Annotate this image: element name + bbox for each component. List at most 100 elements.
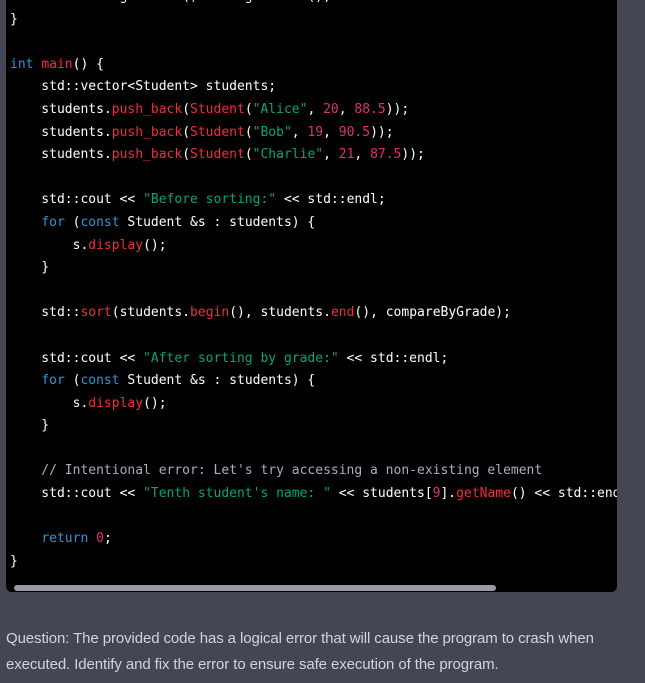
code-token: )); [370,124,394,140]
code-token: } [10,11,18,27]
code-token: , [338,101,355,117]
code-token: for [41,214,65,230]
code-token: students. [10,147,112,163]
code-token: (); [143,237,167,253]
code-token: , [291,124,308,140]
code-token: )); [401,147,425,163]
code-line: std::vector<Student> students; [10,76,617,99]
code-token: ; [103,531,112,547]
code-block: return s1.getGrade() > s2.getGrade();} i… [6,0,617,592]
code-line: } [10,9,617,32]
code-token: for [41,373,65,389]
code-token: main [41,56,73,72]
code-token: return [41,531,89,547]
code-line: for (const Student &s : students) { [10,212,617,235]
code-line: } [10,551,617,574]
code-token: students. [10,124,112,140]
code-line: int main() { [10,54,617,77]
code-token: "Alice" [252,101,308,117]
code-line: for (const Student &s : students) { [10,370,617,393]
code-token: push_back [111,101,183,117]
code-token: display [88,237,144,253]
code-line: s.display(); [10,235,617,258]
code-token: std::cout << [10,192,144,208]
code-token: (), compareByGrade); [354,305,511,321]
code-token: } [10,260,50,276]
code-token: Student [190,124,245,140]
code-token: std::vector<Student> students; [10,79,277,95]
code-line: students.push_back(Student("Bob", 19, 90… [10,122,617,145]
code-line: } [10,257,617,280]
code-token: ( [244,124,253,140]
code-token: const [80,373,120,389]
code-token: Student &s : students) { [119,214,316,230]
code-line: std::cout << "After sorting by grade:" <… [10,348,617,371]
code-token: 88.5 [354,101,386,117]
code-token: )); [385,101,410,117]
question-text: Question: The provided code has a logica… [6,630,594,673]
code-line: } [10,415,617,438]
code-line: return s1.getGrade() > s2.getGrade(); [10,0,617,9]
code-token: "Tenth student's name: " [143,486,331,502]
code-token: , [307,101,324,117]
code-token: display [88,395,144,411]
code-line: std::cout << "Before sorting:" << std::e… [10,189,617,212]
code-token: // Intentional error: Let's try accessin… [10,463,543,479]
code-token: "Bob" [252,124,292,140]
code-token: Student [190,147,245,163]
code-token: 21 [338,147,355,163]
code-token: 19 [307,124,324,140]
code-token: ( [64,373,81,389]
code-token: 0 [96,531,104,547]
code-token: 90.5 [338,124,371,140]
code-token: } [10,418,50,434]
code-line: students.push_back(Student("Charlie", 21… [10,144,617,167]
code-token: getName [456,486,511,502]
code-token: int [10,56,34,72]
code-token: s. [10,237,89,253]
code-token: push_back [111,147,183,163]
code-token: ( [182,101,191,117]
code-token: end [330,305,355,321]
code-token: const [80,214,120,230]
scrollbar-thumb[interactable] [14,585,496,591]
code-token: s. [10,395,89,411]
code-token: ( [182,147,191,163]
code-token: 87.5 [370,147,402,163]
code-line: // Intentional error: Let's try accessin… [10,460,617,483]
code-scroll-area[interactable]: return s1.getGrade() > s2.getGrade();} i… [6,0,617,580]
code-token: "Charlie" [252,147,324,163]
code-token: sort [80,305,112,321]
code-token: () << std::endl; [510,486,617,502]
code-token: std::cout << [10,486,144,502]
code-token: students. [10,101,112,117]
code-line: std::sort(students.begin(), students.end… [10,302,617,325]
code-token: return s1.getGrade() > s2.getGrade(); [10,0,331,4]
code-token: << std::endl; [338,350,449,366]
code-token: (); [143,395,167,411]
code-token: , [354,147,371,163]
code-token: , [323,124,339,140]
code-token: ( [64,214,81,230]
code-token: begin [190,305,230,321]
horizontal-scrollbar[interactable] [6,580,617,592]
code-token: 20 [323,101,339,117]
code-token: Student [190,101,245,117]
code-line: s.display(); [10,393,617,416]
code-token: Student &s : students) { [119,373,316,389]
code-token: } [10,553,18,569]
code-token: , [323,147,339,163]
code-token: ]. [440,486,457,502]
code-token: push_back [111,124,183,140]
code-line: students.push_back(Student("Alice", 20, … [10,99,617,122]
code-token: (), students. [229,305,331,321]
code-token: "Before sorting:" [143,192,277,208]
